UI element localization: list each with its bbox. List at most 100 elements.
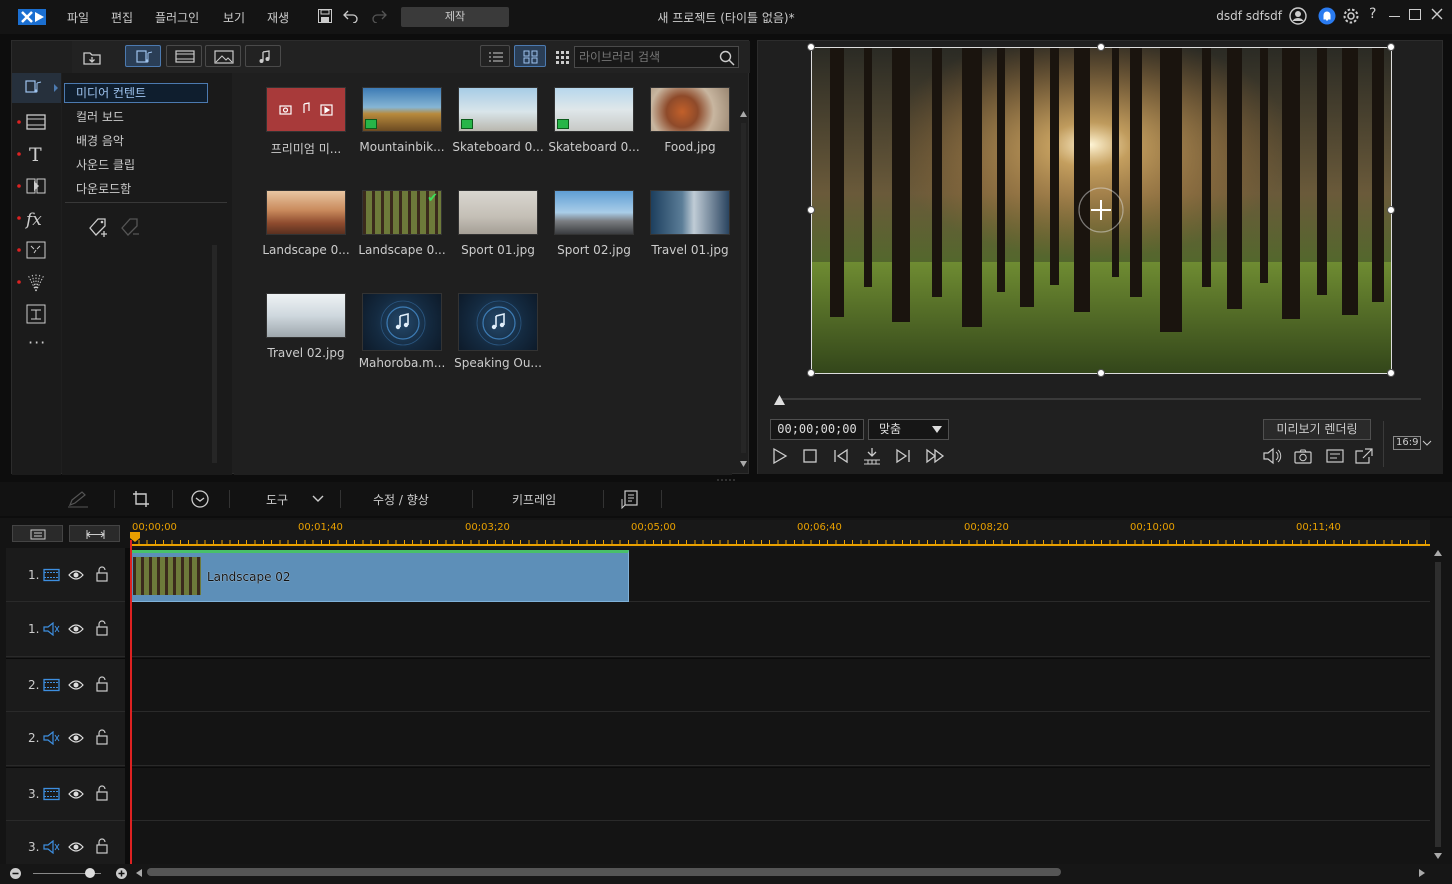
help-icon[interactable]: ? (1369, 6, 1376, 22)
fit-timeline-button[interactable] (69, 525, 120, 542)
subtitles-icon[interactable] (1325, 447, 1345, 465)
library-item[interactable]: Food.jpg (642, 87, 738, 154)
menu-plugins[interactable]: 플러그인 (155, 9, 199, 26)
resize-handle[interactable] (1097, 43, 1105, 51)
zoom-in-icon[interactable] (115, 867, 128, 880)
lock-icon[interactable] (95, 785, 109, 801)
previous-frame-icon[interactable] (832, 447, 850, 465)
add-tag-icon[interactable] (87, 216, 111, 238)
list-view-button[interactable] (480, 45, 510, 67)
keyframe-button[interactable]: 키프레임 (512, 491, 556, 508)
library-search-input[interactable] (574, 46, 739, 68)
search-icon[interactable] (719, 50, 735, 66)
scrub-handle-icon[interactable] (773, 394, 786, 406)
zoom-slider-handle[interactable] (85, 868, 95, 878)
produce-button[interactable]: 제작 (401, 7, 509, 27)
tools-menu[interactable]: 도구 (266, 491, 288, 508)
library-item[interactable]: Travel 02.jpg (258, 293, 354, 360)
thumbnail-size-icon[interactable] (555, 50, 571, 66)
room-tab-subtitles[interactable] (12, 299, 61, 329)
settings-gear-icon[interactable] (1342, 7, 1360, 25)
category-background-music[interactable]: 배경 음악 (76, 132, 124, 149)
resize-handle[interactable] (1387, 369, 1395, 377)
visibility-eye-icon[interactable] (68, 679, 84, 691)
grid-scrollbar[interactable] (739, 109, 748, 469)
save-icon[interactable] (317, 8, 333, 24)
filter-media-button[interactable] (125, 45, 161, 67)
zoom-fit-select[interactable]: 맞춤 (868, 419, 949, 440)
aspect-chevron-icon[interactable] (1422, 440, 1432, 447)
filter-audio-button[interactable] (245, 45, 281, 67)
close-icon[interactable] (1430, 7, 1444, 21)
room-tab-particles[interactable] (12, 267, 61, 297)
render-preview-button[interactable]: 미리보기 렌더링 (1263, 419, 1371, 440)
fix-enhance-button[interactable]: 수정 / 향상 (373, 491, 429, 508)
category-sound-clips[interactable]: 사운드 클립 (76, 156, 135, 173)
snapshot-camera-icon[interactable] (1293, 447, 1313, 465)
lock-icon[interactable] (95, 729, 109, 745)
clip-attributes-icon[interactable] (621, 489, 639, 509)
undock-preview-icon[interactable] (1354, 447, 1374, 465)
tools-chevron-icon[interactable] (312, 495, 324, 503)
preview-scrub-bar[interactable] (779, 398, 1421, 400)
fast-forward-icon[interactable] (925, 447, 945, 465)
resize-handle[interactable] (807, 43, 815, 51)
timeline-ruler[interactable]: 00;00;00 00;01;40 00;03;20 00;05;00 00;0… (130, 520, 1430, 548)
menu-edit[interactable]: 편집 (111, 9, 133, 26)
aspect-ratio-badge[interactable]: 16:9 (1393, 436, 1422, 450)
room-tab-templates[interactable] (12, 107, 61, 137)
playhead[interactable] (130, 540, 132, 866)
lock-icon[interactable] (95, 620, 109, 636)
crop-icon[interactable] (132, 490, 150, 508)
room-tab-transitions[interactable] (12, 171, 61, 201)
room-tab-titles[interactable]: T (12, 139, 61, 169)
visibility-eye-icon[interactable] (68, 732, 84, 744)
lock-icon[interactable] (95, 676, 109, 692)
undo-icon[interactable] (343, 9, 359, 23)
library-item[interactable]: Speaking Ou... (450, 293, 546, 370)
timeline-vertical-scrollbar[interactable] (1433, 548, 1443, 864)
room-tab-pip[interactable] (12, 235, 61, 265)
grid-view-button[interactable] (514, 45, 546, 67)
library-item[interactable]: Sport 02.jpg (546, 190, 642, 257)
library-item[interactable]: Mountainbik... (354, 87, 450, 154)
visibility-eye-icon[interactable] (68, 623, 84, 635)
library-item[interactable]: 프리미엄 미... (258, 87, 354, 157)
visibility-eye-icon[interactable] (68, 569, 84, 581)
account-icon[interactable] (1289, 7, 1307, 25)
resize-handle[interactable] (807, 369, 815, 377)
track-manager-button[interactable] (12, 525, 63, 542)
category-color-boards[interactable]: 컬러 보드 (76, 108, 124, 125)
library-item[interactable]: Sport 01.jpg (450, 190, 546, 257)
library-item[interactable]: Skateboard 0... (450, 87, 546, 154)
visibility-eye-icon[interactable] (68, 788, 84, 800)
next-frame-icon[interactable] (894, 447, 912, 465)
filter-video-button[interactable] (166, 45, 202, 67)
resize-handle[interactable] (1387, 43, 1395, 51)
zoom-out-icon[interactable] (9, 867, 22, 880)
menu-view[interactable]: 보기 (223, 9, 245, 26)
category-downloaded[interactable]: 다운로드함 (76, 180, 131, 197)
room-tab-effects[interactable]: fx (12, 203, 61, 233)
timeline-horizontal-scrollbar[interactable] (147, 868, 1061, 876)
library-item[interactable]: Skateboard 0... (546, 87, 642, 154)
visibility-eye-icon[interactable] (68, 841, 84, 853)
more-rooms-icon[interactable]: ··· (28, 333, 46, 352)
resize-handle[interactable] (807, 206, 815, 214)
redo-icon[interactable] (371, 9, 387, 23)
library-item[interactable]: Landscape 0... (258, 190, 354, 257)
lock-icon[interactable] (95, 566, 109, 582)
room-tab-media[interactable] (12, 73, 61, 103)
import-media-icon[interactable] (82, 48, 102, 66)
timecode-display[interactable]: 00;00;00;00 (770, 419, 864, 440)
volume-icon[interactable] (1262, 447, 1282, 465)
user-name[interactable]: dsdf sdfsdf (1186, 9, 1282, 23)
maximize-icon[interactable] (1409, 9, 1421, 20)
filter-image-button[interactable] (205, 45, 241, 67)
library-item[interactable]: ✔ Landscape 0... (354, 190, 450, 257)
play-icon[interactable] (771, 447, 789, 465)
library-item[interactable]: Mahoroba.m... (354, 293, 450, 370)
preview-stage[interactable] (812, 47, 1391, 373)
notification-icon[interactable] (1318, 7, 1336, 25)
resize-handle[interactable] (1387, 206, 1395, 214)
